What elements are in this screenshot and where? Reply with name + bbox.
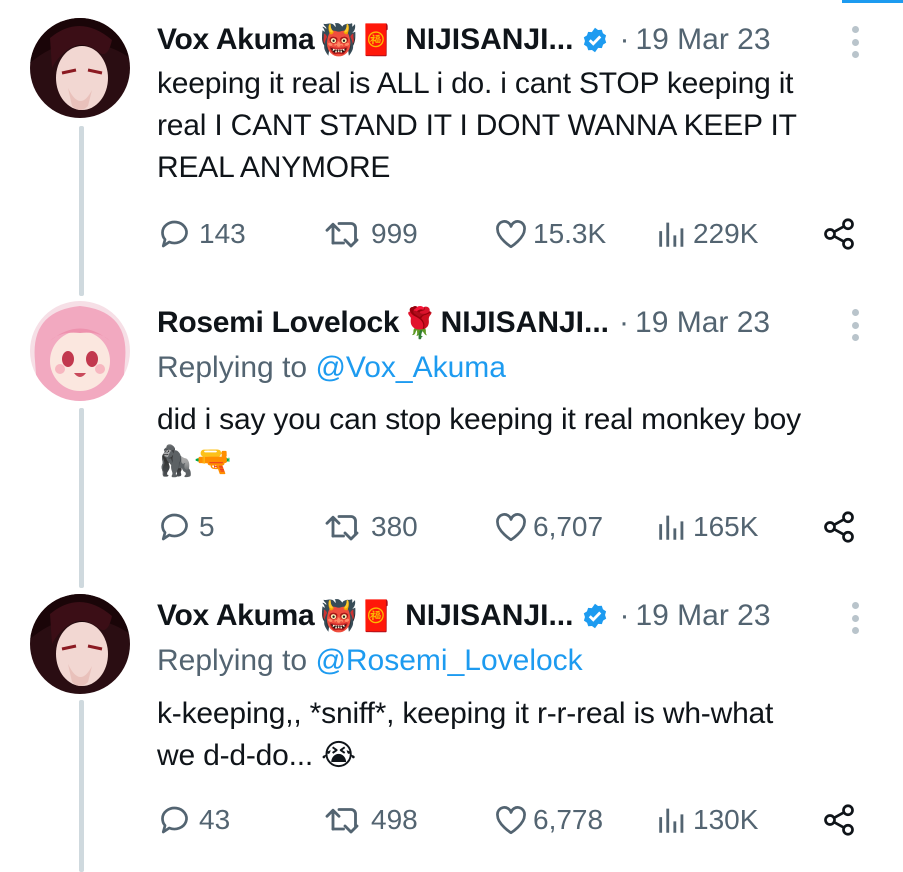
- avatar[interactable]: [30, 18, 130, 118]
- retweet-count: 498: [371, 804, 418, 835]
- tweet-header: Rosemi Lovelock 🌹 NIJISANJI... · 19 Mar …: [157, 305, 770, 341]
- replying-to: Replying to @Vox_Akuma: [157, 351, 506, 385]
- retweet-button[interactable]: 380: [323, 507, 418, 547]
- name-emoji: 🌹: [401, 306, 439, 340]
- tweet-text: keeping it real is ALL i do. i cant STOP…: [157, 63, 877, 189]
- views-icon: [659, 222, 684, 247]
- tweet-text-line: real I CANT STAND IT I DONT WANNA KEEP I…: [157, 109, 797, 142]
- views-count: 229K: [693, 218, 759, 249]
- tweet[interactable]: Vox Akuma 👹🧧 NIJISANJI... · 19 Mar 23 Re…: [0, 576, 903, 866]
- reply-icon: [161, 806, 188, 834]
- views-icon: [659, 515, 684, 540]
- tweet-header: Vox Akuma 👹🧧 NIJISANJI... · 19 Mar 23: [157, 598, 771, 634]
- like-count: 6,778: [533, 804, 604, 835]
- separator: ·: [619, 599, 630, 632]
- replying-to-label: Replying to: [157, 644, 308, 677]
- verified-badge-icon: [581, 26, 609, 54]
- name-emoji: 👹🧧: [320, 23, 396, 57]
- reply-button[interactable]: 143: [157, 214, 246, 254]
- tweet[interactable]: Rosemi Lovelock 🌹 NIJISANJI... · 19 Mar …: [0, 283, 903, 573]
- tweet-text: did i say you can stop keeping it real m…: [157, 399, 877, 483]
- tweet-text-line: 🦍🔫: [157, 445, 232, 478]
- affiliation-label[interactable]: NIJISANJI...: [405, 599, 573, 633]
- separator: ·: [619, 306, 630, 339]
- affiliation-label[interactable]: NIJISANJI...: [405, 23, 573, 57]
- tweet-text-line: k-keeping,, *sniff*, keeping it r-r-real…: [157, 697, 774, 730]
- verified-badge-icon: [581, 602, 609, 630]
- views-count: 165K: [693, 511, 759, 542]
- share-icon: [824, 218, 854, 250]
- share-icon: [824, 511, 854, 543]
- display-name[interactable]: Vox Akuma: [157, 23, 315, 57]
- action-bar: 43 498 6,778 130K: [157, 800, 867, 840]
- timestamp[interactable]: 19 Mar 23: [635, 599, 770, 633]
- affiliation-label[interactable]: NIJISANJI...: [441, 306, 609, 340]
- tweet-text-line: REAL ANYMORE: [157, 151, 391, 184]
- retweet-icon: [325, 808, 359, 834]
- more-options-icon[interactable]: [849, 602, 861, 634]
- views-count: 130K: [693, 804, 759, 835]
- separator: ·: [619, 23, 630, 56]
- share-icon: [824, 804, 854, 836]
- like-icon: [496, 806, 526, 835]
- tweet[interactable]: Vox Akuma 👹🧧 NIJISANJI... · 19 Mar 23 ke…: [0, 0, 903, 290]
- retweet-icon: [325, 515, 359, 541]
- like-count: 6,707: [533, 511, 604, 542]
- display-name[interactable]: Vox Akuma: [157, 599, 315, 633]
- like-count: 15.3K: [533, 218, 607, 249]
- replying-to-handle[interactable]: @Rosemi_Lovelock: [315, 644, 582, 677]
- more-options-icon[interactable]: [849, 309, 861, 341]
- retweet-button[interactable]: 999: [323, 214, 418, 254]
- reply-icon: [161, 513, 188, 541]
- reply-count: 43: [199, 804, 231, 835]
- display-name[interactable]: Rosemi Lovelock: [157, 306, 400, 340]
- replying-to: Replying to @Rosemi_Lovelock: [157, 644, 583, 678]
- reply-count: 143: [199, 218, 246, 249]
- like-icon: [496, 220, 526, 249]
- share-button[interactable]: [821, 214, 857, 254]
- action-bar: 5 380 6,707 165K: [157, 507, 867, 547]
- replying-to-handle[interactable]: @Vox_Akuma: [315, 351, 506, 384]
- replying-to-label: Replying to: [157, 351, 308, 384]
- views-button[interactable]: 229K: [655, 214, 758, 254]
- share-button[interactable]: [821, 507, 857, 547]
- tweet-text-line: we d-d-do... 😭: [157, 739, 356, 772]
- views-button[interactable]: 165K: [655, 507, 758, 547]
- action-bar: 143 999 15.3K 229K: [157, 214, 867, 254]
- like-button[interactable]: 6,778: [493, 800, 603, 840]
- views-icon: [659, 808, 684, 833]
- like-button[interactable]: 6,707: [493, 507, 603, 547]
- tweet-text: k-keeping,, *sniff*, keeping it r-r-real…: [157, 693, 877, 777]
- timestamp[interactable]: 19 Mar 23: [635, 23, 770, 57]
- reply-count: 5: [199, 511, 215, 542]
- share-button[interactable]: [821, 800, 857, 840]
- retweet-count: 380: [371, 511, 418, 542]
- retweet-button[interactable]: 498: [323, 800, 418, 840]
- like-button[interactable]: 15.3K: [493, 214, 606, 254]
- timestamp[interactable]: 19 Mar 23: [635, 306, 770, 340]
- retweet-count: 999: [371, 218, 418, 249]
- avatar[interactable]: [30, 594, 130, 694]
- like-icon: [496, 513, 526, 542]
- tweet-text-line: did i say you can stop keeping it real m…: [157, 403, 801, 436]
- reply-icon: [161, 220, 188, 248]
- tweet-text-line: keeping it real is ALL i do. i cant STOP…: [157, 67, 794, 100]
- more-options-icon[interactable]: [849, 26, 861, 58]
- views-button[interactable]: 130K: [655, 800, 758, 840]
- avatar[interactable]: [30, 301, 130, 401]
- retweet-icon: [325, 222, 359, 248]
- name-emoji: 👹🧧: [320, 599, 396, 633]
- tweet-header: Vox Akuma 👹🧧 NIJISANJI... · 19 Mar 23: [157, 22, 771, 58]
- reply-button[interactable]: 5: [157, 507, 215, 547]
- reply-button[interactable]: 43: [157, 800, 230, 840]
